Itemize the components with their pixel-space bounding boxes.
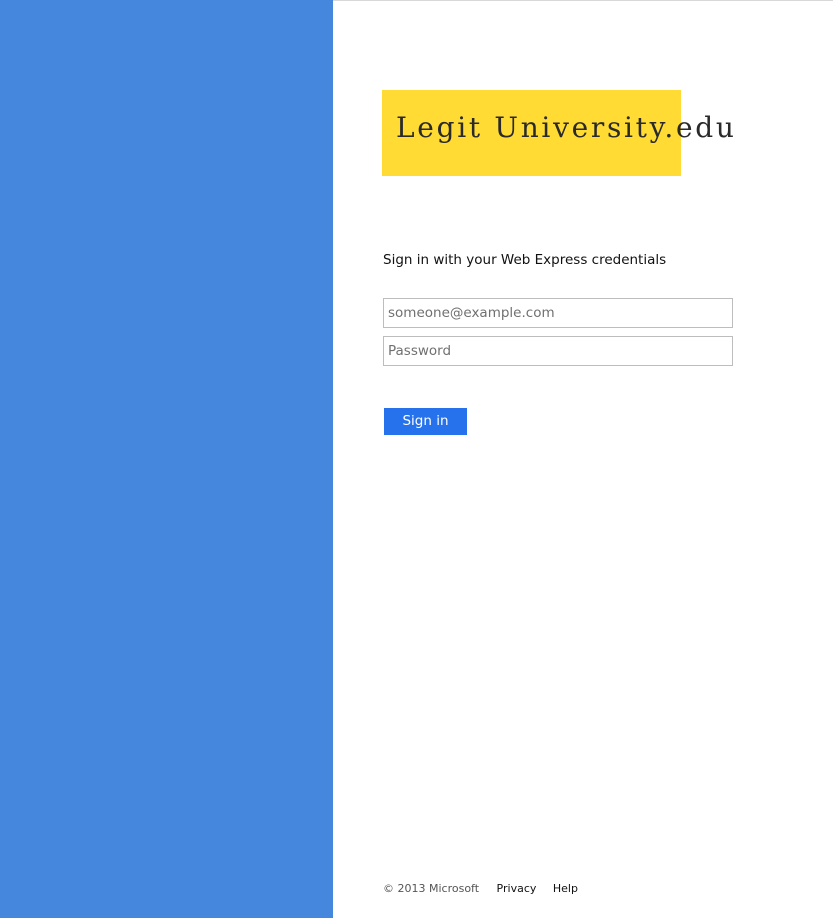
help-link[interactable]: Help — [553, 882, 578, 895]
privacy-link[interactable]: Privacy — [497, 882, 537, 895]
university-logo-text: Legit University.edu — [396, 111, 737, 144]
login-page: Legit University.edu Sign in with your W… — [0, 0, 833, 918]
top-divider — [333, 0, 833, 1]
sign-in-button[interactable]: Sign in — [384, 408, 467, 435]
email-input[interactable] — [383, 298, 733, 328]
copyright-text: © 2013 Microsoft — [383, 882, 480, 895]
password-input[interactable] — [383, 336, 733, 366]
brand-side-panel — [0, 0, 333, 918]
footer: © 2013 Microsoft Privacy Help — [383, 882, 591, 896]
sign-in-heading: Sign in with your Web Express credential… — [383, 252, 667, 268]
